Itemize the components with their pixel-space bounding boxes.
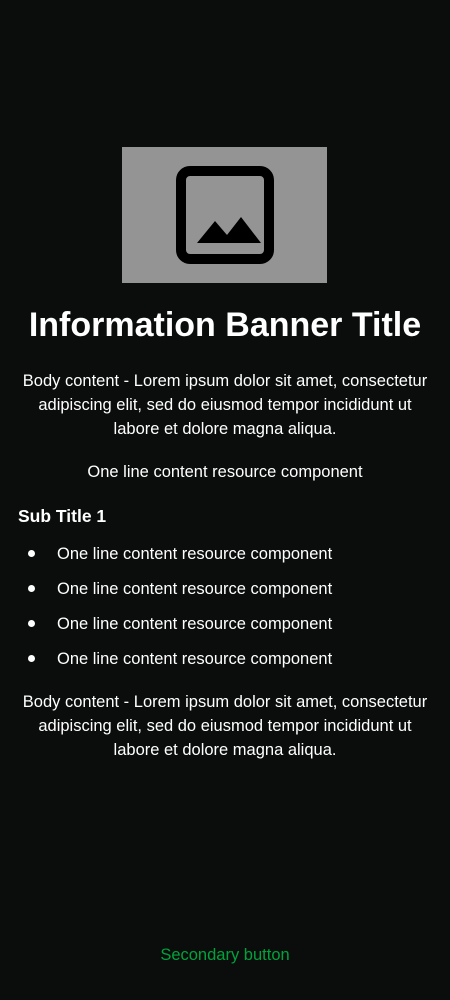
body-content-bottom: Body content - Lorem ipsum dolor sit ame… [22,693,428,759]
body-content-top: Body content - Lorem ipsum dolor sit ame… [22,372,428,438]
bullet-icon [28,585,35,592]
list-item-text: One line content resource component [57,545,333,563]
sub-title: Sub Title 1 [18,506,107,526]
list-item: One line content resource component [0,541,450,576]
bullet-icon [28,550,35,557]
bullet-icon [28,655,35,662]
banner-title: Information Banner Title [28,306,422,344]
bullet-list: One line content resource component One … [0,541,450,681]
one-line-content: One line content resource component [87,463,363,481]
secondary-button[interactable]: Secondary button [125,938,325,972]
list-item: One line content resource component [0,646,450,681]
list-item: One line content resource component [0,611,450,646]
banner-image [122,147,327,283]
list-item-text: One line content resource component [57,580,333,598]
list-item-text: One line content resource component [57,650,333,668]
bullet-icon [28,620,35,627]
image-placeholder-icon [175,166,274,264]
list-item: One line content resource component [0,576,450,611]
list-item-text: One line content resource component [57,615,333,633]
